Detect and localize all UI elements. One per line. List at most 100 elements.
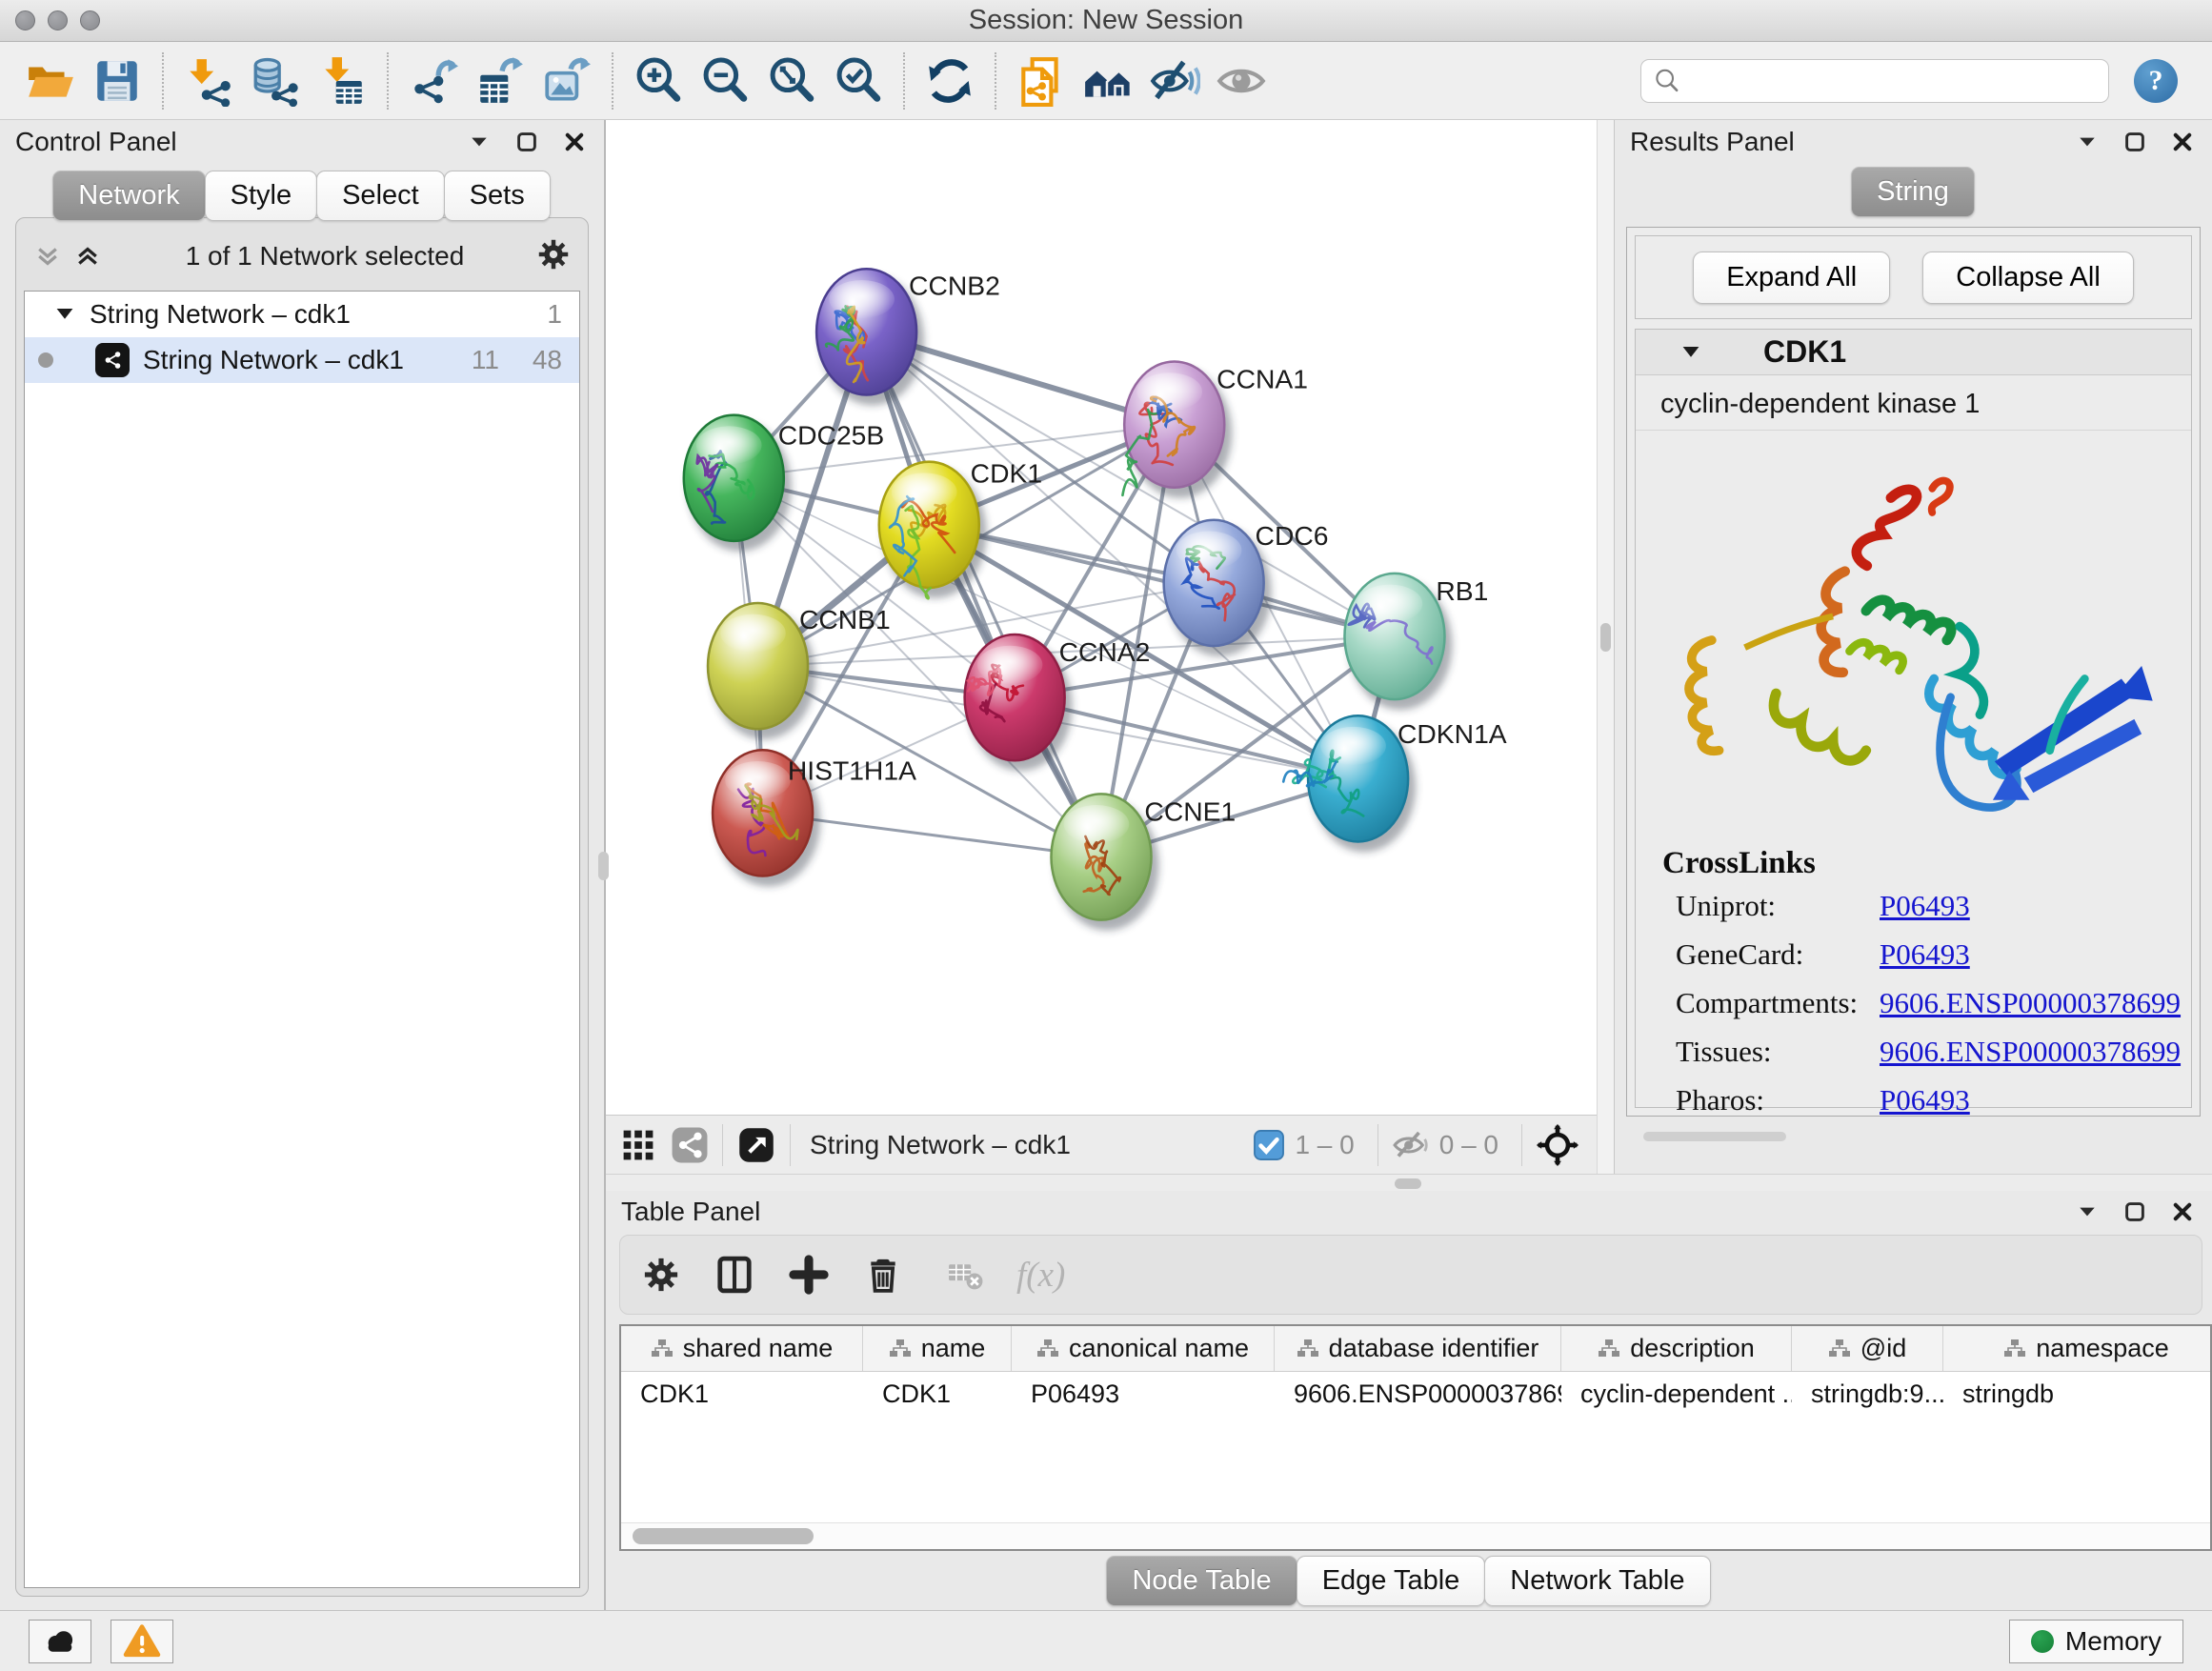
help-button[interactable]: ? — [2134, 59, 2178, 103]
cloud-status-button[interactable] — [29, 1620, 91, 1663]
vertical-splitter-grip[interactable] — [1600, 623, 1611, 652]
tab-network-table[interactable]: Network Table — [1484, 1556, 1710, 1606]
import-network-file-button[interactable] — [180, 51, 237, 111]
panel-splitter-grip[interactable] — [598, 852, 609, 880]
open-session-button[interactable] — [22, 51, 79, 111]
section-expander-icon[interactable] — [1679, 341, 1702, 364]
vertical-splitter[interactable] — [1597, 120, 1614, 1174]
column-header[interactable]: @id — [1792, 1326, 1943, 1371]
collapse-all-networks-icon[interactable] — [33, 242, 62, 271]
results-hscrollbar[interactable] — [1643, 1132, 2183, 1141]
zoom-fit-button[interactable] — [763, 51, 820, 111]
column-header[interactable]: canonical name — [1012, 1326, 1275, 1371]
gene-section-header[interactable]: CDK1 — [1636, 330, 2191, 375]
network-row[interactable]: String Network – cdk1 11 48 — [25, 337, 579, 383]
network-options-gear-icon[interactable] — [536, 237, 571, 276]
panel-menu-icon[interactable] — [2073, 1198, 2101, 1226]
expand-all-button[interactable]: Expand All — [1693, 252, 1890, 304]
table-row[interactable]: CDK1 CDK1 P06493 9606.ENSP00000378699 cy… — [621, 1372, 2210, 1416]
tab-style[interactable]: Style — [205, 171, 317, 221]
export-table-button[interactable] — [472, 51, 529, 111]
crosslink-link[interactable]: 9606.ENSP00000378699 — [1880, 1035, 2181, 1069]
tab-node-table[interactable]: Node Table — [1106, 1556, 1297, 1606]
crosslink-link[interactable]: 9606.ENSP00000378699 — [1880, 986, 2181, 1020]
table-hscrollbar[interactable] — [621, 1522, 2210, 1549]
network-collection-row[interactable]: String Network – cdk1 1 — [25, 292, 579, 337]
new-network-from-selection-button[interactable] — [1013, 51, 1070, 111]
import-table-file-button[interactable] — [313, 51, 371, 111]
delete-column-trash-icon[interactable] — [862, 1254, 904, 1296]
zoom-selected-button[interactable] — [830, 51, 887, 111]
create-column-icon[interactable] — [788, 1254, 830, 1296]
table-options-gear-icon[interactable] — [641, 1255, 681, 1295]
horizontal-splitter-grip[interactable] — [1395, 1178, 1421, 1189]
tab-edge-table[interactable]: Edge Table — [1297, 1556, 1486, 1606]
panel-float-icon[interactable] — [513, 128, 541, 156]
network-node-label: HIST1H1A — [788, 755, 916, 785]
network-canvas[interactable]: CCNB2CCNA1CDC25BCDK1CDC6RB1CCNB1CCNA2CDK… — [606, 120, 1597, 1115]
column-header[interactable]: shared name — [621, 1326, 863, 1371]
results-hscroll-thumb[interactable] — [1643, 1132, 1786, 1141]
panel-float-icon[interactable] — [2121, 128, 2149, 156]
tab-network[interactable]: Network — [52, 171, 205, 221]
memory-button[interactable]: Memory — [2009, 1620, 2183, 1663]
cell-id[interactable]: stringdb:9... — [1792, 1379, 1943, 1409]
cell-name[interactable]: CDK1 — [863, 1379, 1012, 1409]
show-all-button[interactable] — [1213, 51, 1270, 111]
crosslink-link[interactable]: P06493 — [1880, 1083, 1970, 1117]
export-network-icon — [408, 55, 459, 107]
tab-select[interactable]: Select — [316, 171, 445, 221]
cell-database-identifier[interactable]: 9606.ENSP00000378699 — [1275, 1379, 1561, 1409]
tab-string[interactable]: String — [1851, 167, 1975, 217]
detach-view-icon[interactable] — [736, 1125, 776, 1165]
column-tree-icon — [1297, 1338, 1319, 1360]
save-session-button[interactable] — [89, 51, 146, 111]
zoom-in-button[interactable] — [630, 51, 687, 111]
cell-description[interactable]: cyclin-dependent ... — [1561, 1379, 1792, 1409]
cell-namespace[interactable]: stringdb — [1943, 1379, 2212, 1409]
network-graph[interactable]: CCNB2CCNA1CDC25BCDK1CDC6RB1CCNB1CCNA2CDK… — [606, 120, 1597, 1115]
panel-close-icon[interactable] — [2168, 128, 2197, 156]
cell-canonical-name[interactable]: P06493 — [1012, 1379, 1275, 1409]
birdseye-crosshair-icon[interactable] — [1536, 1123, 1579, 1167]
column-header[interactable]: description — [1561, 1326, 1792, 1371]
hidden-count: 0 – 0 — [1439, 1130, 1498, 1160]
tab-sets[interactable]: Sets — [444, 171, 551, 221]
import-network-database-button[interactable] — [247, 51, 304, 111]
crosslink-label: GeneCard: — [1676, 937, 1880, 972]
apply-layout-button[interactable] — [921, 51, 978, 111]
export-network-button[interactable] — [405, 51, 462, 111]
network-share-view-icon[interactable] — [671, 1126, 709, 1164]
panel-close-icon[interactable] — [560, 128, 589, 156]
search-field[interactable] — [1640, 59, 2109, 103]
export-image-button[interactable] — [538, 51, 595, 111]
zoom-out-button[interactable] — [696, 51, 754, 111]
crosslink-link[interactable]: P06493 — [1880, 889, 1970, 923]
panel-float-icon[interactable] — [2121, 1198, 2149, 1226]
collapse-all-button[interactable]: Collapse All — [1922, 252, 2134, 304]
toolbar-divider — [387, 52, 389, 110]
expand-all-networks-icon[interactable] — [73, 242, 102, 271]
crosslink-link[interactable]: P06493 — [1880, 937, 1970, 972]
main-area: Control Panel Network Style Select — [0, 120, 2212, 1610]
grid-view-icon[interactable] — [619, 1126, 657, 1164]
tree-expander-icon[interactable] — [53, 303, 76, 326]
hide-selected-button[interactable] — [1146, 51, 1203, 111]
warnings-button[interactable] — [111, 1620, 173, 1663]
column-header[interactable]: namespace — [1943, 1326, 2212, 1371]
table-hscroll-thumb[interactable] — [633, 1528, 814, 1544]
column-header[interactable]: database identifier — [1275, 1326, 1561, 1371]
toolbar-divider — [903, 52, 905, 110]
cell-shared-name[interactable]: CDK1 — [621, 1379, 863, 1409]
show-columns-icon[interactable] — [714, 1254, 755, 1296]
selected-checkbox-icon[interactable] — [1253, 1129, 1285, 1161]
first-neighbors-button[interactable] — [1079, 51, 1136, 111]
column-header[interactable]: name — [863, 1326, 1012, 1371]
search-input[interactable] — [1691, 66, 2097, 95]
panel-close-icon[interactable] — [2168, 1198, 2197, 1226]
horizontal-splitter[interactable] — [606, 1174, 2212, 1191]
crosslink-row: Tissues: 9606.ENSP00000378699 — [1662, 1035, 2191, 1069]
zoom-fit-icon — [766, 55, 817, 107]
panel-menu-icon[interactable] — [465, 128, 493, 156]
panel-menu-icon[interactable] — [2073, 128, 2101, 156]
